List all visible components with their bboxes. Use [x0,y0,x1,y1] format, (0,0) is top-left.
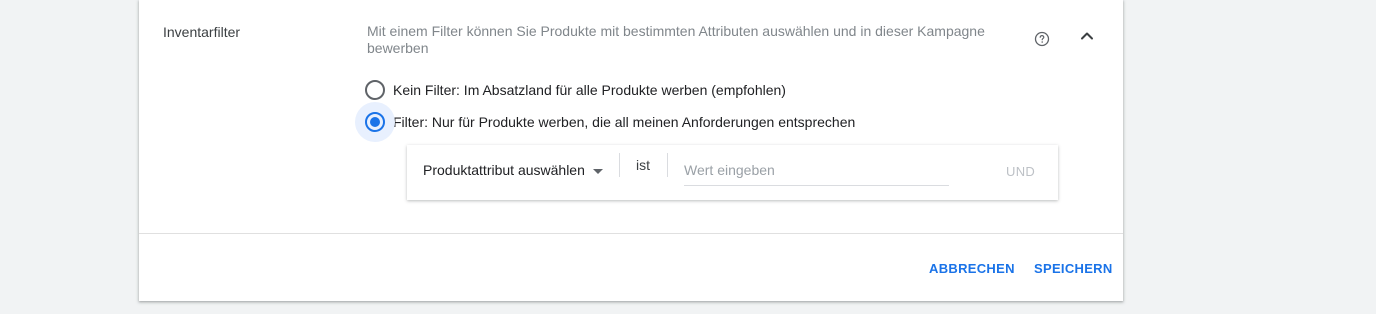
value-input[interactable] [684,155,949,186]
attribute-select[interactable]: Produktattribut auswählen [423,160,603,180]
save-button[interactable]: SPEICHERN [1034,261,1113,276]
section-description: Mit einem Filter können Sie Produkte mit… [367,23,985,56]
radio-unchecked-icon[interactable] [365,80,385,100]
radio-label-filter: Filter: Nur für Produkte werben, die all… [393,114,856,130]
help-icon[interactable] [1034,31,1050,47]
radio-option-filter[interactable]: Filter: Nur für Produkte werben, die all… [355,102,856,142]
radio-ripple [355,102,395,142]
inventory-filter-card: Inventarfilter Mit einem Filter können S… [139,0,1123,301]
divider [619,153,620,177]
footer-divider [139,233,1123,234]
filter-condition-row: Produktattribut auswählen ist UND [407,145,1058,200]
radio-checked-icon[interactable] [365,112,385,132]
operator-label: ist [636,157,650,173]
caret-down-icon [592,168,603,174]
and-button[interactable]: UND [1006,164,1035,179]
divider [667,153,668,177]
radio-label-no-filter: Kein Filter: Im Absatzland für alle Prod… [393,82,786,98]
chevron-up-icon[interactable] [1077,26,1097,46]
cancel-button[interactable]: ABBRECHEN [929,261,1015,276]
attribute-select-label: Produktattribut auswählen [423,162,585,178]
section-title: Inventarfilter [163,24,241,40]
